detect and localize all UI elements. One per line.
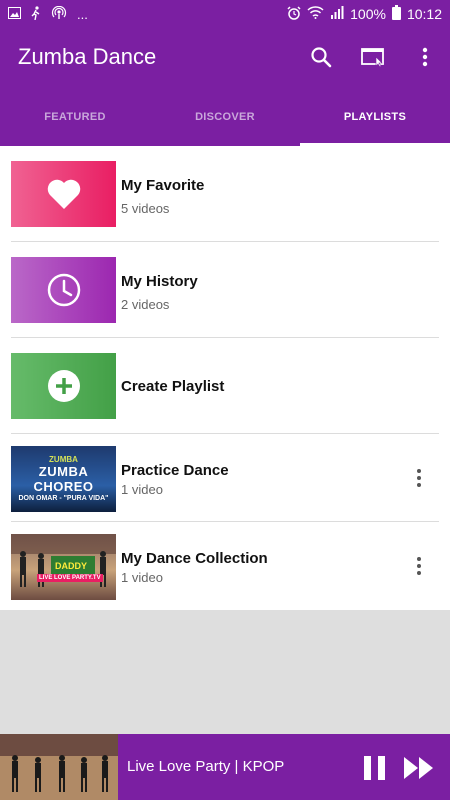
player-thumbnail [0,734,118,800]
search-icon[interactable] [306,42,336,72]
playlist-list: My Favorite 5 videos My History 2 videos… [0,146,450,610]
playlist-count: 1 video [121,482,163,497]
thumbnail-text: ZUMBA CHOREO [33,463,94,494]
more-options-icon[interactable] [410,464,428,492]
app-title: Zumba Dance [18,44,157,69]
tab-playlists[interactable]: PLAYLISTS [300,88,450,146]
thumbnail-text: LIVE LOVE PARTY.TV [37,574,103,582]
playlist-item-practice-dance[interactable]: ZUMBA ZUMBA CHOREO DON OMAR - "PURA VIDA… [0,434,450,522]
more-vert-icon[interactable] [410,42,440,72]
player-title: Live Love Party | KPOP [127,758,285,775]
playlist-title: My Dance Collection [121,550,268,567]
alarm-icon [287,5,301,23]
heart-icon [47,179,80,209]
create-thumbnail [11,353,116,419]
battery-percent: 100% [350,6,386,22]
playlist-title: Create Playlist [121,378,225,395]
playlist-item-create-playlist[interactable]: Create Playlist [0,338,450,434]
wifi-icon [307,6,324,22]
history-thumbnail [11,257,116,323]
mini-player[interactable]: Live Love Party | KPOP [0,734,450,800]
playlist-title: My History [121,273,198,290]
image-icon [8,7,21,22]
playlist-count: 1 video [121,570,163,585]
dance-collection-thumbnail: DADDY LIVE LOVE PARTY.TV [11,534,116,600]
pause-icon[interactable] [362,755,388,781]
more-options-icon[interactable] [410,552,428,580]
add-circle-icon [47,370,80,402]
playlist-count: 2 videos [121,297,170,312]
walking-icon [31,6,41,23]
fast-forward-icon[interactable] [403,755,435,781]
clock-time: 10:12 [406,6,442,22]
signal-icon [330,6,344,22]
tab-featured[interactable]: FEATURED [0,88,150,146]
playlist-title: My Favorite [121,177,205,194]
empty-area [0,610,450,734]
status-bar: ... 100% 10:12 [0,0,450,28]
status-ellipsis: ... [77,7,88,22]
clock-icon [47,273,80,307]
tab-bar: FEATURED DISCOVER PLAYLISTS [0,88,450,146]
tab-discover[interactable]: DISCOVER [150,88,300,146]
cast-icon[interactable] [358,42,388,72]
favorite-thumbnail [11,161,116,227]
playlist-item-my-favorite[interactable]: My Favorite 5 videos [0,146,450,242]
battery-icon [391,5,401,23]
thumbnail-text: DON OMAR - "PURA VIDA" [18,494,109,502]
app-bar: Zumba Dance [0,28,450,88]
playlist-item-my-history[interactable]: My History 2 videos [0,242,450,338]
practice-dance-thumbnail: ZUMBA ZUMBA CHOREO DON OMAR - "PURA VIDA… [11,446,116,512]
podcast-icon [51,5,67,23]
thumbnail-text: ZUMBA [49,454,78,464]
playlist-item-my-dance-collection[interactable]: DADDY LIVE LOVE PARTY.TV My Dance Collec… [0,522,450,610]
playlist-title: Practice Dance [121,462,229,479]
thumbnail-text: DADDY [55,561,88,571]
playlist-count: 5 videos [121,201,170,216]
